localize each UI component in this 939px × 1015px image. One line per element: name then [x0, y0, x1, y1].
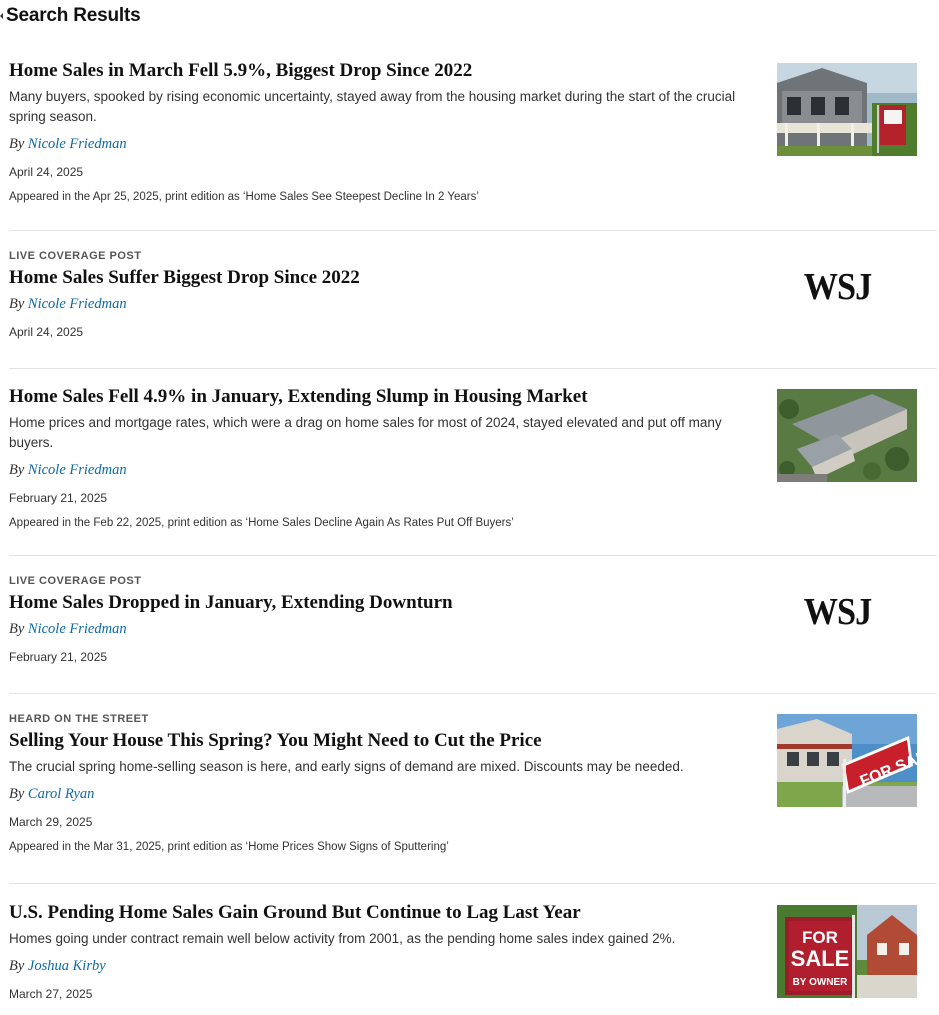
author-link[interactable]: Nicole Friedman: [28, 136, 127, 152]
byline-prefix: By: [9, 621, 25, 637]
print-edition-note: Appeared in the Apr 25, 2025, print edit…: [9, 191, 479, 203]
print-edition-note: Appeared in the Mar 31, 2025, print edit…: [9, 841, 449, 853]
result-text: Home Sales in March Fell 5.9%, Biggest D…: [9, 50, 754, 203]
result-flag: HEARD ON THE STREET: [9, 713, 149, 725]
result-title-link[interactable]: U.S. Pending Home Sales Gain Ground But …: [9, 901, 754, 925]
print-edition-note: Appeared in the Feb 22, 2025, print edit…: [9, 517, 514, 529]
result-flag: LIVE COVERAGE POST: [9, 575, 142, 587]
result-summary: Homes going under contract remain well b…: [9, 931, 676, 946]
result-summary: Home prices and mortgage rates, which we…: [9, 415, 722, 450]
aerial-townhouses-thumbnail[interactable]: [777, 389, 917, 482]
byline: By Nicole Friedman: [9, 462, 754, 479]
result-item: U.S. Pending Home Sales Gain Ground But …: [9, 884, 937, 1015]
result-title-link[interactable]: Selling Your House This Spring? You Migh…: [9, 729, 754, 753]
result-item: LIVE COVERAGE POST Home Sales Suffer Big…: [9, 231, 937, 369]
byline-prefix: By: [9, 462, 25, 478]
publish-date: April 24, 2025: [9, 325, 84, 339]
for-sale-sign-thumbnail[interactable]: FOR SALE: [777, 714, 917, 807]
result-text: HEARD ON THE STREET Selling Your House T…: [9, 694, 754, 853]
caret-left-icon[interactable]: [0, 13, 3, 19]
result-text: Home Sales Fell 4.9% in January, Extendi…: [9, 369, 754, 529]
result-title-link[interactable]: Home Sales Fell 4.9% in January, Extendi…: [9, 385, 754, 409]
byline: By Carol Ryan: [9, 786, 754, 803]
author-link[interactable]: Nicole Friedman: [28, 462, 127, 478]
house-for-sale-thumbnail[interactable]: [777, 63, 917, 156]
sign-text-for: FOR: [802, 928, 838, 947]
result-item: Home Sales in March Fell 5.9%, Biggest D…: [9, 50, 937, 231]
result-flag: LIVE COVERAGE POST: [9, 250, 142, 262]
byline: By Nicole Friedman: [9, 136, 754, 153]
page-title: Search Results: [6, 5, 141, 26]
byline-prefix: By: [9, 296, 25, 312]
publish-date: February 21, 2025: [9, 491, 108, 505]
publish-date: April 24, 2025: [9, 165, 84, 179]
byline: By Nicole Friedman: [9, 621, 754, 638]
sign-text-by-owner: BY OWNER: [793, 977, 849, 988]
result-summary: Many buyers, spooked by rising economic …: [9, 89, 736, 124]
result-item: Home Sales Fell 4.9% in January, Extendi…: [9, 369, 937, 556]
publish-date: February 21, 2025: [9, 650, 108, 664]
result-summary: The crucial spring home-selling season i…: [9, 759, 684, 774]
result-text: U.S. Pending Home Sales Gain Ground But …: [9, 884, 754, 1001]
author-link[interactable]: Nicole Friedman: [28, 296, 127, 312]
byline-prefix: By: [9, 136, 25, 152]
result-title-link[interactable]: Home Sales Suffer Biggest Drop Since 202…: [9, 266, 754, 290]
search-results-header: Search Results: [0, 4, 141, 28]
byline-prefix: By: [9, 958, 25, 974]
result-title-link[interactable]: Home Sales Dropped in January, Extending…: [9, 591, 754, 615]
result-text: LIVE COVERAGE POST Home Sales Suffer Big…: [9, 231, 754, 339]
author-link[interactable]: Joshua Kirby: [28, 958, 106, 974]
byline-prefix: By: [9, 786, 25, 802]
result-text: LIVE COVERAGE POST Home Sales Dropped in…: [9, 556, 754, 664]
publish-date: March 27, 2025: [9, 987, 93, 1001]
byline: By Nicole Friedman: [9, 296, 754, 313]
results-list: Home Sales in March Fell 5.9%, Biggest D…: [9, 50, 937, 1015]
result-item: HEARD ON THE STREET Selling Your House T…: [9, 694, 937, 884]
result-title-link[interactable]: Home Sales in March Fell 5.9%, Biggest D…: [9, 59, 754, 83]
for-sale-by-owner-thumbnail[interactable]: FOR SALE BY OWNER: [777, 905, 917, 998]
publish-date: March 29, 2025: [9, 815, 93, 829]
sign-text-sale: SALE: [791, 946, 850, 971]
wsj-logo: WSJ: [803, 266, 873, 308]
byline: By Joshua Kirby: [9, 958, 754, 975]
author-link[interactable]: Nicole Friedman: [28, 621, 127, 637]
result-item: LIVE COVERAGE POST Home Sales Dropped in…: [9, 556, 937, 694]
author-link[interactable]: Carol Ryan: [28, 786, 94, 802]
wsj-logo: WSJ: [803, 591, 873, 633]
